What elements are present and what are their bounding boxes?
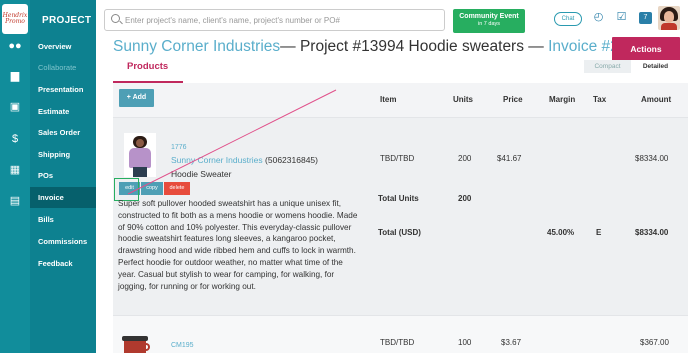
annotation-arrow bbox=[127, 89, 337, 195]
